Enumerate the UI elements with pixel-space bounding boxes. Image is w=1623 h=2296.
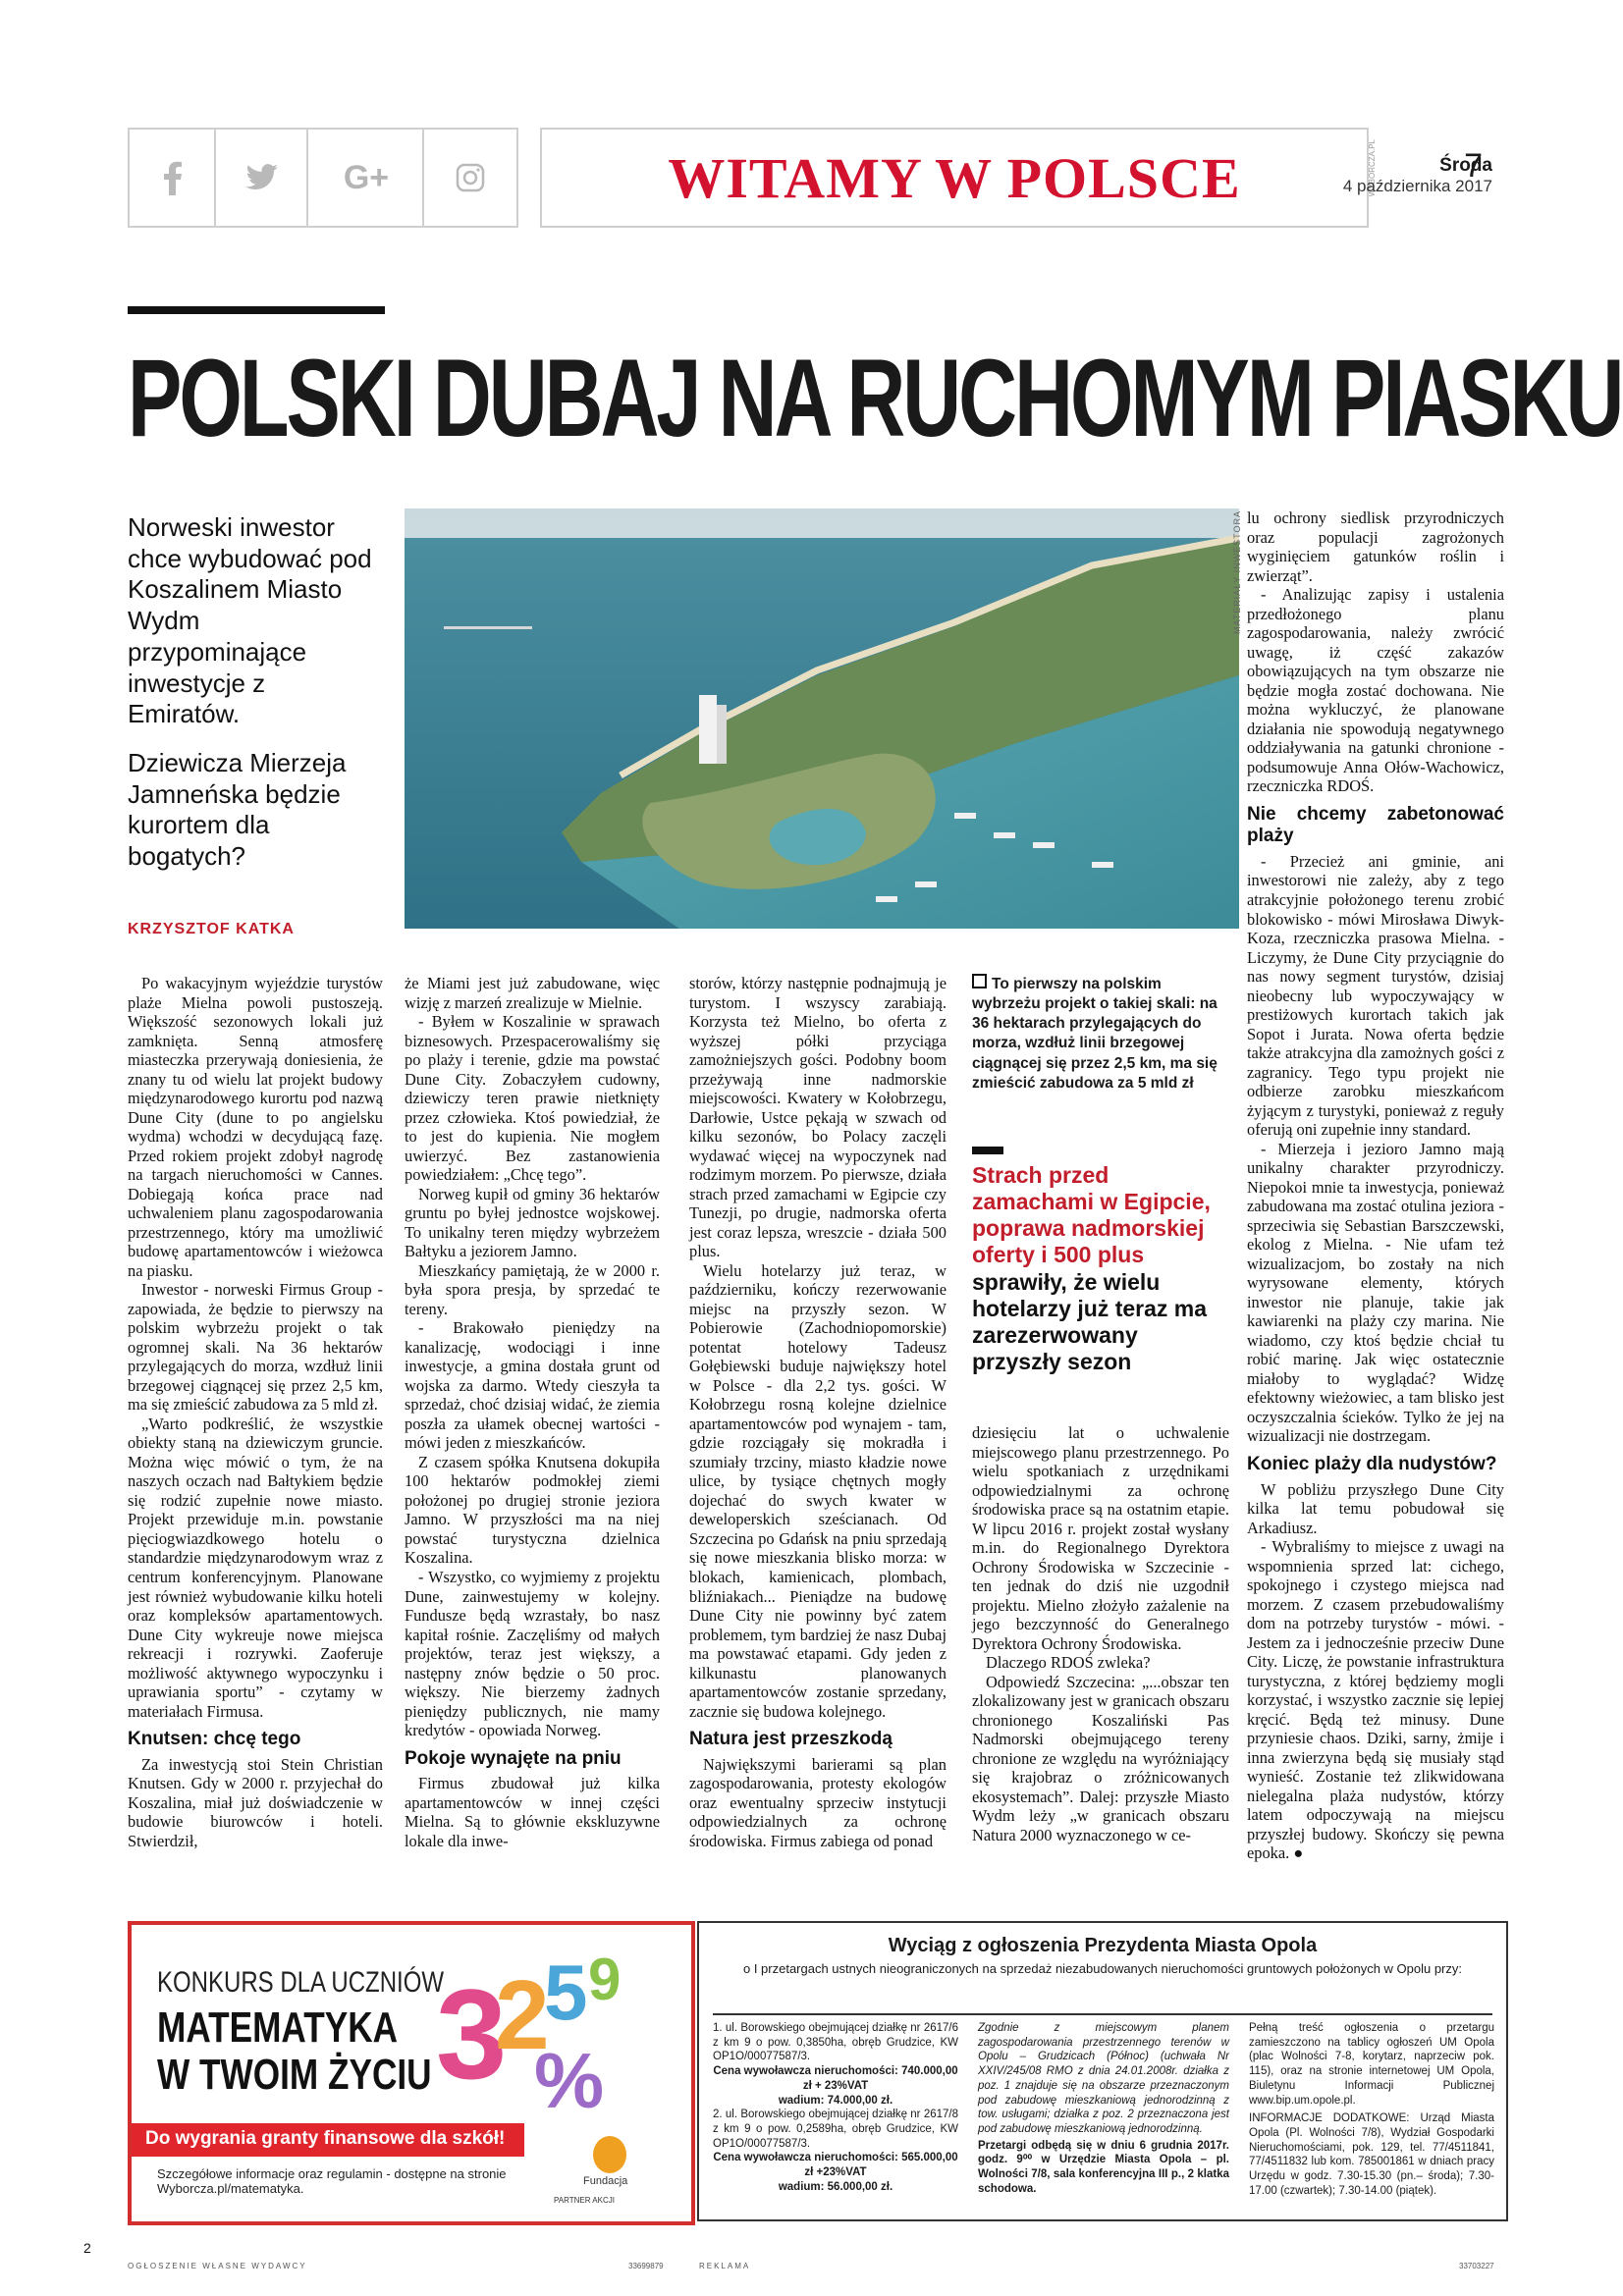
google-plus-icon[interactable]: G+ xyxy=(306,128,424,228)
subheading: Koniec plaży dla nudystów? xyxy=(1247,1453,1497,1474)
column-3: storów, którzy następnie podnajmują je t… xyxy=(689,974,947,1850)
pull-quote-rule xyxy=(972,1147,1003,1154)
paragraph: - Byłem w Koszalinie w sprawach biznesow… xyxy=(405,1012,660,1185)
headline-rule xyxy=(128,306,385,314)
lot-2: 2. ul. Borowskiego obejmującej działkę n… xyxy=(713,2109,958,2150)
page-number: 7 xyxy=(1464,147,1483,185)
plan-text: Zgodnie z miejscowym planem zagospodarow… xyxy=(978,2022,1229,2136)
column-4: dziesięciu lat o uchwalenie miejscowego … xyxy=(972,1423,1229,1844)
pull-quote-black: sprawiły, że wielu hotelarzy już teraz m… xyxy=(972,1268,1208,1374)
paragraph: Norweg kupił od gminy 36 hektarów gruntu… xyxy=(405,1184,660,1261)
ad-banner: Do wygrania granty finansowe dla szkół! xyxy=(132,2123,524,2157)
footer-code-2: 33703227 xyxy=(1459,2262,1494,2270)
instagram-icon[interactable] xyxy=(422,128,518,228)
ad-line-2: MATEMATYKA xyxy=(157,2003,399,2052)
page-header: G+ WITAMY W POLSCE WYBORCZA.PL Środa 4 p… xyxy=(128,128,1492,228)
paragraph: W pobliżu przyszłego Dune City kilka lat… xyxy=(1247,1479,1504,1537)
fund-label: Fundacja xyxy=(583,2175,628,2187)
paragraph: Wielu hotelarzy już teraz, w październik… xyxy=(689,1260,947,1721)
subheading: Natura jest przeszkodą xyxy=(689,1729,893,1750)
paragraph: Dlaczego RDOŚ zwleka? xyxy=(986,1653,1151,1673)
section-title: WITAMY W POLSCE xyxy=(668,145,1241,210)
paragraph: storów, którzy następnie podnajmują je t… xyxy=(689,974,947,1261)
paragraph: - Wybraliśmy to miejsce z uwagi na wspom… xyxy=(1247,1537,1504,1863)
column-1: Po wakacyjnym wyjeździe turystów plaże M… xyxy=(128,974,383,1850)
footer-page-number: 2 xyxy=(83,2240,91,2256)
date: 4 października 2017 xyxy=(1342,177,1492,195)
notice-col-1: 1. ul. Borowskiego obejmującej działkę n… xyxy=(713,2021,958,2195)
paragraph: Z czasem spółka Knutsena dokupiła 100 he… xyxy=(405,1452,660,1568)
ad-math-contest[interactable]: KONKURS DLA UCZNIÓW MATEMATYKA W TWOIM Ż… xyxy=(128,1921,695,2225)
paragraph: - Mierzeja i jezioro Jamno mają unikalny… xyxy=(1247,1139,1504,1446)
auction-date: Przetargi odbędą się w dniu 6 grudnia 20… xyxy=(978,2139,1229,2195)
ad-line-3: W TWOIM ŻYCIU xyxy=(157,2051,432,2099)
deposit-2: wadium: 56.000,00 zł. xyxy=(778,2180,893,2193)
paragraph: „Warto podkreślić, że wszystkie obiekty … xyxy=(128,1414,383,1721)
partner-label: PARTNER AKCJI xyxy=(554,2196,615,2205)
lead: Norweski inwestor chce wybudować pod Kos… xyxy=(128,512,373,890)
paragraph: Inwestor - norweski Firmus Group - zapow… xyxy=(128,1280,383,1415)
paragraph: dziesięciu lat o uchwalenie miejscowego … xyxy=(972,1423,1229,1653)
ad-opole-notice[interactable]: Wyciąg z ogłoszenia Prezydenta Miasta Op… xyxy=(697,1921,1508,2221)
fundacja-logo: Fundacja xyxy=(583,2136,642,2190)
article-photo xyxy=(405,508,1239,929)
footer-left-label: OGŁOSZENIE WŁASNE WYDAWCY xyxy=(128,2262,307,2270)
notice-col-2: Zgodnie z miejscowym planem zagospodarow… xyxy=(978,2021,1229,2197)
paragraph: Firmus zbudował już kilka apartamentowcó… xyxy=(405,1774,660,1850)
numbers-graphic-icon: 3 2 5 9 % xyxy=(436,1947,621,2124)
paragraph: że Miami jest już zabudowane, więc wizję… xyxy=(405,974,660,1012)
ad-info: Szczegółowe informacje oraz regulamin - … xyxy=(157,2166,507,2196)
price-2: Cena wywoławcza nieruchomości: 565.000,0… xyxy=(713,2152,958,2179)
svg-text:9: 9 xyxy=(588,1947,621,2012)
fact-box: To pierwszy na polskim wybrzeżu projekt … xyxy=(972,974,1217,1094)
day: Środa xyxy=(1439,155,1492,176)
ad-line-1: KONKURS DLA UCZNIÓW xyxy=(157,1966,445,1999)
square-bullet-icon xyxy=(972,974,987,988)
footer-right-label: REKLAMA xyxy=(699,2262,751,2270)
additional-info: INFORMACJE DODATKOWE: Urząd Miasta Opola… xyxy=(1249,2112,1494,2197)
paragraph: - Przecież ani gminie, ani inwestorowi n… xyxy=(1247,851,1504,1140)
ad-banner-text: Do wygrania granty finansowe dla szkół! xyxy=(145,2128,506,2149)
full-notice-info: Pełną treść ogłoszenia o przetargu zamie… xyxy=(1249,2022,1494,2107)
lead-2: Dziewicza Mierzeja Jamneńska będzie kuro… xyxy=(128,748,347,872)
facebook-icon[interactable] xyxy=(128,128,216,228)
owl-icon xyxy=(593,2136,626,2173)
paragraph: Za inwestycją stoi Stein Christian Knuts… xyxy=(128,1754,383,1850)
column-2: że Miami jest już zabudowane, więc wizję… xyxy=(405,974,660,1850)
paragraph: Największymi barierami są plan zagospoda… xyxy=(689,1754,947,1850)
pull-quote: Strach przed zamachami w Egipcie, popraw… xyxy=(972,1162,1229,1375)
subheading: Pokoje wynajęte na pniu xyxy=(405,1747,622,1769)
price-1: Cena wywoławcza nieruchomości: 740.000,0… xyxy=(713,2065,958,2092)
paragraph: Po wakacyjnym wyjeździe turystów plaże M… xyxy=(128,974,383,1280)
date-block: Środa 4 października 2017 xyxy=(1286,155,1492,196)
paragraph: - Analizując zapisy i ustalenia przedłoż… xyxy=(1247,585,1504,796)
photo-credit: MATERIAŁY INWESTORA xyxy=(1232,510,1242,635)
svg-text:%: % xyxy=(534,2037,604,2124)
paragraph: lu ochrony siedlisk przyrodniczych oraz … xyxy=(1247,508,1504,585)
pull-quote-red: Strach przed zamachami w Egipcie, popraw… xyxy=(972,1162,1211,1268)
paragraph: Odpowiedź Szczecina: „...obszar ten zlok… xyxy=(972,1672,1229,1844)
subheading: Knutsen: chcę tego xyxy=(128,1729,301,1750)
section-title-box: WITAMY W POLSCE WYBORCZA.PL xyxy=(540,128,1377,228)
footer-code-1: 33699879 xyxy=(628,2262,664,2270)
paragraph: - Brakowało pieniędzy na kanalizację, wo… xyxy=(405,1318,660,1453)
lot-1: 1. ul. Borowskiego obejmującej działkę n… xyxy=(713,2022,958,2063)
deposit-1: wadium: 74.000,00 zł. xyxy=(778,2094,893,2107)
divider xyxy=(713,2013,1492,2015)
paragraph: Mieszkańcy pamiętają, że w 2000 r. była … xyxy=(405,1260,660,1318)
lead-1: Norweski inwestor chce wybudować pod Kos… xyxy=(128,512,372,729)
author: KRZYSZTOF KATKA xyxy=(128,921,295,937)
notice-col-3: Pełną treść ogłoszenia o przetargu zamie… xyxy=(1249,2021,1494,2199)
notice-title: Wyciąg z ogłoszenia Prezydenta Miasta Op… xyxy=(888,1935,1318,1956)
notice-subtitle: o I przetargach ustnych nieograniczonych… xyxy=(742,1961,1463,1976)
headline: POLSKI DUBAJ NA RUCHOMYM PIASKU xyxy=(128,337,1623,459)
subheading: Nie chcemy zabetonować plaży xyxy=(1247,803,1504,847)
paragraph: - Wszystko, co wyjmiemy z projektu Dune,… xyxy=(405,1567,660,1740)
twitter-icon[interactable] xyxy=(214,128,308,228)
column-5: lu ochrony siedlisk przyrodniczych oraz … xyxy=(1247,508,1504,1863)
fact-text: To pierwszy na polskim wybrzeżu projekt … xyxy=(972,976,1217,1092)
svg-text:5: 5 xyxy=(544,1949,588,2036)
